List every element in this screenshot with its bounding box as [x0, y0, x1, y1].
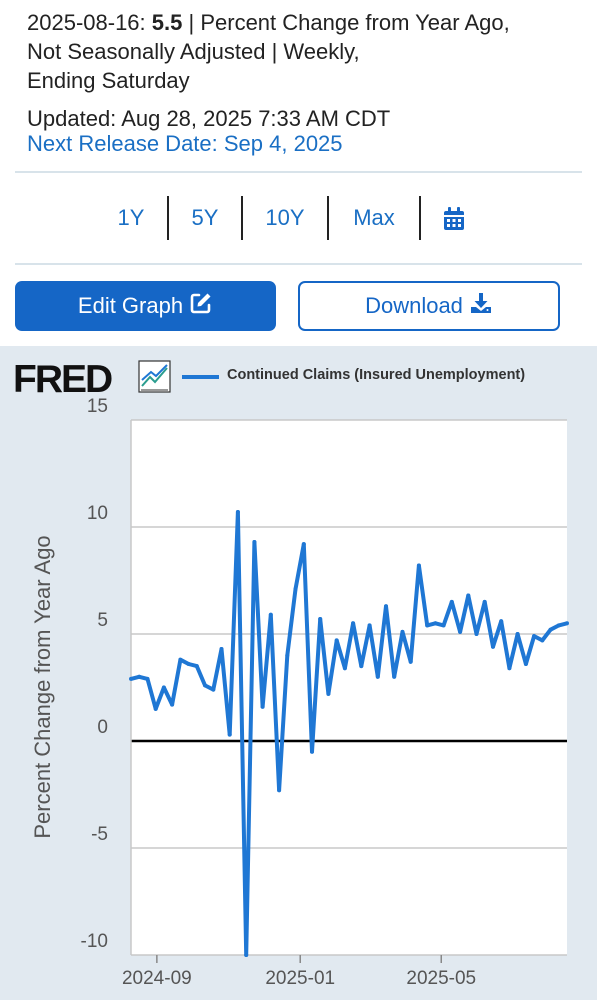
x-tick-label: 2024-09 [122, 968, 192, 989]
data-point [392, 674, 397, 679]
data-point [137, 674, 142, 679]
data-point [384, 604, 388, 609]
data-point [433, 621, 438, 626]
data-point [244, 953, 249, 957]
data-point [507, 666, 512, 671]
data-point [219, 647, 224, 651]
data-point [277, 788, 282, 793]
range-5y-button[interactable]: 5Y [169, 196, 241, 240]
edit-icon [189, 291, 213, 321]
data-point [145, 676, 150, 681]
y-tick-label: 5 [97, 610, 108, 631]
y-tick-label: -10 [81, 931, 108, 952]
range-10y-button[interactable]: 10Y [243, 196, 327, 240]
y-tick-label: 10 [87, 503, 108, 524]
edit-graph-label: Edit Graph [77, 293, 184, 318]
data-point [161, 685, 166, 690]
range-1y-button[interactable]: 1Y [95, 196, 167, 240]
data-point [318, 617, 323, 621]
data-point [211, 687, 216, 692]
data-point [449, 599, 454, 604]
data-point [252, 540, 257, 544]
calendar-icon [444, 207, 464, 231]
data-point [153, 706, 158, 711]
x-tick-label: 2025-05 [406, 968, 476, 989]
data-point [474, 632, 479, 636]
next-release-link[interactable]: Next Release Date: Sep 4, 2025 [27, 131, 343, 157]
data-point [310, 749, 314, 754]
data-point [178, 657, 183, 662]
y-tick-label: 0 [97, 717, 108, 738]
updated-text: Updated: Aug 28, 2025 7:33 AM CDT [27, 106, 391, 131]
data-point [186, 662, 191, 666]
data-point [170, 702, 175, 707]
data-point [458, 629, 463, 634]
data-point [235, 510, 240, 514]
data-point [342, 666, 347, 671]
data-point [540, 638, 545, 643]
data-point [359, 664, 364, 669]
data-point [129, 676, 133, 681]
fred-logo: FRED [13, 358, 112, 401]
data-point [400, 629, 405, 634]
data-point [334, 638, 339, 643]
series-header: 2025-08-16: 5.5 | Percent Change from Ye… [27, 8, 587, 95]
divider [15, 263, 582, 265]
data-point [515, 632, 520, 636]
download-button[interactable]: Download [298, 281, 560, 331]
data-point [293, 587, 298, 592]
observation-value: 5.5 [151, 10, 183, 35]
download-label: Download [365, 293, 463, 318]
plot-background [131, 420, 567, 955]
units-line-3: Ending Saturday [27, 68, 190, 93]
y-tick-label: 15 [87, 396, 108, 417]
observation-date: 2025-08-16: [27, 10, 146, 35]
chart-area: FRED Continued Claims (Insured Unemploym… [0, 346, 597, 1000]
data-point [326, 691, 331, 696]
data-point [194, 664, 199, 669]
data-point [375, 674, 380, 679]
x-tick-label: 2025-01 [265, 968, 335, 989]
data-point [301, 542, 306, 547]
units-text: | Percent Change from Year Ago, [188, 10, 510, 35]
data-point [408, 659, 413, 664]
latest-observation: 2025-08-16: 5.5 | Percent Change from Ye… [27, 8, 587, 37]
chart-icon [138, 360, 171, 393]
data-point [425, 623, 430, 628]
date-range-bar: 1Y 5Y 10Y Max [95, 196, 487, 240]
data-point [482, 599, 487, 604]
data-point [260, 704, 265, 709]
y-axis-label: Percent Change from Year Ago [30, 535, 55, 838]
y-tick-label: -5 [91, 824, 108, 845]
data-point [203, 683, 207, 688]
data-point [491, 644, 495, 649]
download-icon [469, 291, 493, 321]
legend-label: Continued Claims (Insured Unemployment) [227, 367, 525, 383]
data-point [441, 623, 446, 628]
divider [15, 171, 582, 173]
edit-graph-button[interactable]: Edit Graph [15, 281, 276, 331]
range-max-button[interactable]: Max [329, 196, 419, 240]
data-point [351, 621, 356, 626]
data-point [548, 627, 553, 632]
units-line-2: Not Seasonally Adjusted | Weekly, [27, 39, 360, 64]
data-point [499, 619, 504, 624]
data-point [285, 653, 290, 658]
chart-svg: FRED Continued Claims (Insured Unemploym… [13, 358, 569, 989]
data-point [227, 732, 232, 737]
data-point [556, 623, 561, 628]
data-point [532, 634, 537, 639]
data-point [367, 623, 372, 628]
data-point [565, 621, 569, 626]
data-point [466, 593, 471, 598]
calendar-button[interactable] [421, 196, 487, 240]
data-point [523, 662, 528, 666]
data-point [416, 563, 421, 568]
data-point [268, 612, 273, 617]
